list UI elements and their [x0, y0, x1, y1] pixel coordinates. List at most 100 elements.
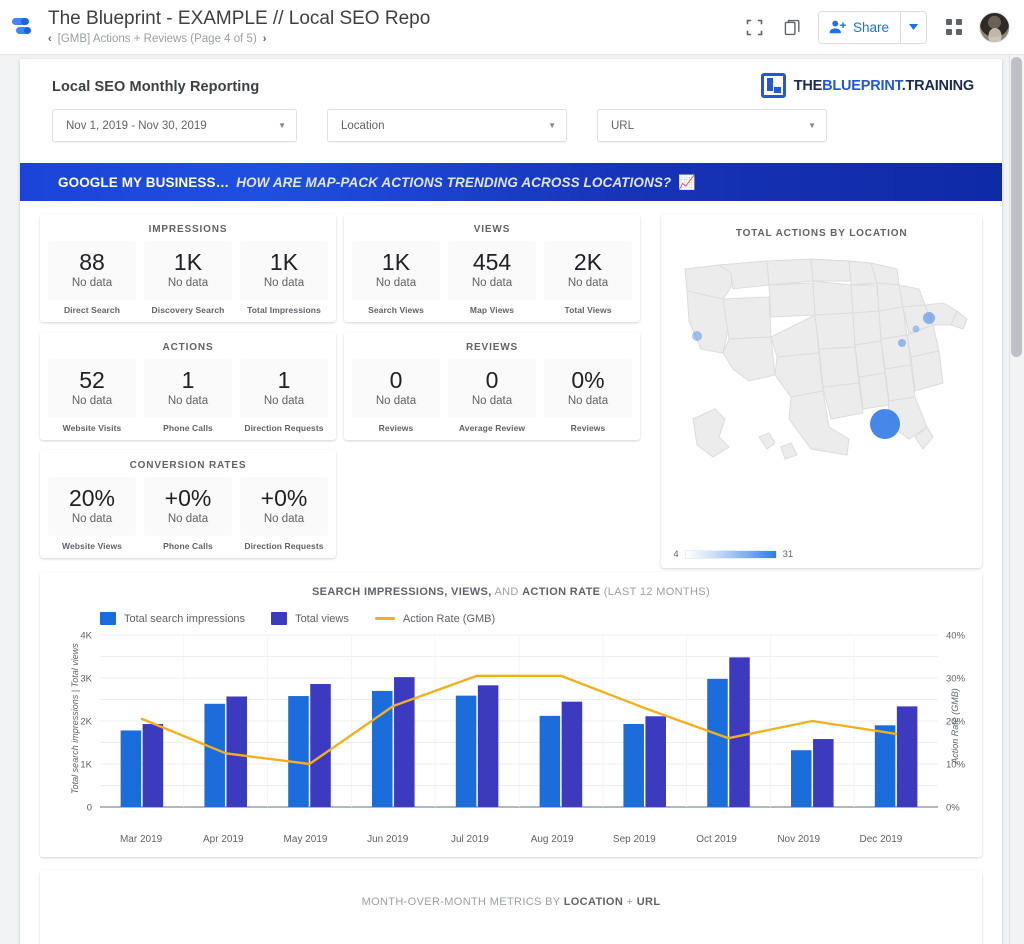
kpi-tile[interactable]: 454 No data Map Views	[448, 241, 536, 316]
kpi-tile[interactable]: 52 No data Website Visits	[48, 359, 136, 434]
map-bubble	[870, 409, 901, 439]
kpi-heading: CONVERSION RATES	[129, 460, 247, 471]
y-tick-left: 2K	[80, 717, 92, 728]
location-filter[interactable]: Location ▼	[327, 109, 567, 142]
kpi-tile[interactable]: 1K No data Discovery Search	[144, 241, 232, 316]
map-title: TOTAL ACTIONS BY LOCATION	[735, 228, 908, 239]
fullscreen-icon[interactable]	[738, 10, 772, 44]
date-range-filter[interactable]: Nov 1, 2019 - Nov 30, 2019 ▼	[52, 109, 297, 142]
chart-title-mid: AND	[491, 586, 523, 598]
kpi-subvalue: No data	[167, 395, 209, 407]
kpi-subvalue: No data	[471, 395, 513, 407]
bar-total-search-impressions	[288, 696, 309, 807]
kpi-subvalue: No data	[71, 277, 113, 289]
report-canvas: Local SEO Monthly Reporting THEBLUEPRINT…	[0, 55, 1024, 944]
share-button[interactable]: Share	[818, 11, 900, 43]
map-bubbles	[692, 312, 936, 439]
chart-title-suffix: (LAST 12 MONTHS)	[600, 586, 710, 598]
kpi-value: 0%	[571, 367, 605, 393]
map-card[interactable]: TOTAL ACTIONS BY LOCATION 4 31	[661, 214, 982, 568]
next-page-icon[interactable]: ›	[263, 32, 267, 46]
kpi-caption: Direct Search	[63, 305, 121, 315]
map-bubble	[898, 339, 907, 347]
kpi-value: 1K	[269, 249, 299, 275]
kpi-caption: Website Visits	[62, 423, 122, 433]
kpi-tile[interactable]: 1K No data Total Impressions	[240, 241, 328, 316]
legend-item-action-rate[interactable]: Action Rate (GMB)	[374, 613, 495, 625]
kpi-card-impressions: IMPRESSIONS 88 No data Direct Search 1K …	[40, 214, 336, 322]
x-tick-label: Apr 2019	[203, 834, 244, 845]
map-bubble	[692, 331, 703, 341]
bar-total-views	[813, 739, 834, 807]
filter-bar: Nov 1, 2019 - Nov 30, 2019 ▼ Location ▼ …	[20, 95, 1002, 142]
vertical-scrollbar[interactable]	[1009, 55, 1024, 944]
kpi-tile[interactable]: 1K No data Search Views	[352, 241, 440, 316]
kpi-tile[interactable]: 88 No data Direct Search	[48, 241, 136, 316]
kpi-caption: Direction Requests	[244, 541, 324, 551]
kpi-and-map-area: IMPRESSIONS 88 No data Direct Search 1K …	[20, 201, 1002, 568]
url-filter[interactable]: URL ▼	[597, 109, 827, 142]
kpi-subvalue: No data	[71, 513, 113, 525]
breadcrumb-label[interactable]: [GMB] Actions + Reviews (Page 4 of 5)	[58, 32, 257, 46]
kpi-tile[interactable]: +0% No data Direction Requests	[240, 477, 328, 552]
chart-title: SEARCH IMPRESSIONS, VIEWS, AND ACTION RA…	[52, 586, 970, 598]
kpi-tile[interactable]: 0% No data Reviews	[544, 359, 632, 434]
kpi-tile[interactable]: 20% No data Website Views	[48, 477, 136, 552]
brand-suffix: .TRAINING	[901, 77, 975, 94]
banner-bold-text: GOOGLE MY BUSINESS…	[58, 174, 230, 190]
page-title[interactable]: The Blueprint - EXAMPLE // Local SEO Rep…	[48, 8, 448, 31]
prev-page-icon[interactable]: ‹	[48, 32, 52, 46]
y-tick-right: 40%	[946, 631, 966, 642]
kpi-subvalue: No data	[375, 395, 417, 407]
bar-total-search-impressions	[874, 725, 896, 807]
kpi-caption: Reviews	[570, 423, 606, 433]
kpi-tile[interactable]: 0 No data Average Review	[448, 359, 536, 434]
location-value: Location	[341, 119, 385, 132]
kpi-value: 2K	[573, 249, 603, 275]
avatar[interactable]	[979, 11, 1010, 43]
data-studio-logo-icon	[10, 12, 40, 42]
map-canvas[interactable]	[671, 241, 972, 547]
kpi-tile[interactable]: 0 No data Reviews	[352, 359, 440, 434]
kpi-subvalue: No data	[263, 513, 305, 525]
kpi-tile[interactable]: 1 No data Direction Requests	[240, 359, 328, 434]
legend-label: Total search impressions	[124, 612, 246, 625]
kpi-caption: Map Views	[469, 305, 515, 315]
scrollbar-thumb[interactable]	[1011, 57, 1022, 357]
chevron-down-icon: ▼	[548, 121, 556, 130]
y-tick-right: 0%	[946, 803, 960, 814]
bottom-panel-title: MONTH-OVER-MONTH METRICS BY LOCATION + U…	[52, 896, 970, 908]
kpi-card-reviews: REVIEWS 0 No data Reviews 0 No data Aver…	[344, 332, 640, 440]
bar-total-views	[226, 696, 247, 807]
kpi-subvalue: No data	[567, 277, 609, 289]
report-page: Local SEO Monthly Reporting THEBLUEPRINT…	[20, 59, 1002, 944]
kpi-heading: VIEWS	[473, 224, 511, 235]
combo-chart-card[interactable]: SEARCH IMPRESSIONS, VIEWS, AND ACTION RA…	[40, 572, 982, 857]
month-over-month-card[interactable]: MONTH-OVER-MONTH METRICS BY LOCATION + U…	[40, 870, 982, 944]
section-banner: GOOGLE MY BUSINESS… HOW ARE MAP-PACK ACT…	[20, 163, 1002, 201]
bar-total-views	[561, 701, 583, 807]
kpi-caption: Direction Requests	[244, 423, 324, 433]
legend-min: 4	[673, 549, 679, 560]
apps-grid-icon[interactable]	[937, 10, 971, 44]
kpi-tile[interactable]: 1 No data Phone Calls	[144, 359, 232, 434]
kpi-caption: Phone Calls	[163, 541, 213, 551]
kpi-tile[interactable]: +0% No data Phone Calls	[144, 477, 232, 552]
bottom-bold-location: LOCATION	[563, 896, 624, 908]
bar-total-views	[394, 677, 415, 807]
kpi-value: 1K	[381, 249, 411, 275]
legend-item-impressions[interactable]: Total search impressions	[100, 612, 245, 625]
breadcrumb: ‹ [GMB] Actions + Reviews (Page 4 of 5) …	[48, 32, 738, 46]
kpi-caption: Reviews	[378, 423, 414, 433]
legend-swatch	[271, 612, 288, 625]
kpi-value: +0%	[260, 485, 308, 511]
kpi-heading: IMPRESSIONS	[148, 224, 228, 235]
legend-item-views[interactable]: Total views	[271, 612, 349, 625]
x-tick-label: Mar 2019	[119, 834, 163, 845]
copy-icon[interactable]	[776, 10, 810, 44]
bar-total-search-impressions	[791, 750, 812, 807]
kpi-card-actions: ACTIONS 52 No data Website Visits 1 No d…	[40, 332, 336, 440]
bar-total-views	[729, 657, 750, 807]
share-dropdown-chevron-down-icon[interactable]	[900, 11, 926, 43]
kpi-tile[interactable]: 2K No data Total Views	[544, 241, 632, 316]
